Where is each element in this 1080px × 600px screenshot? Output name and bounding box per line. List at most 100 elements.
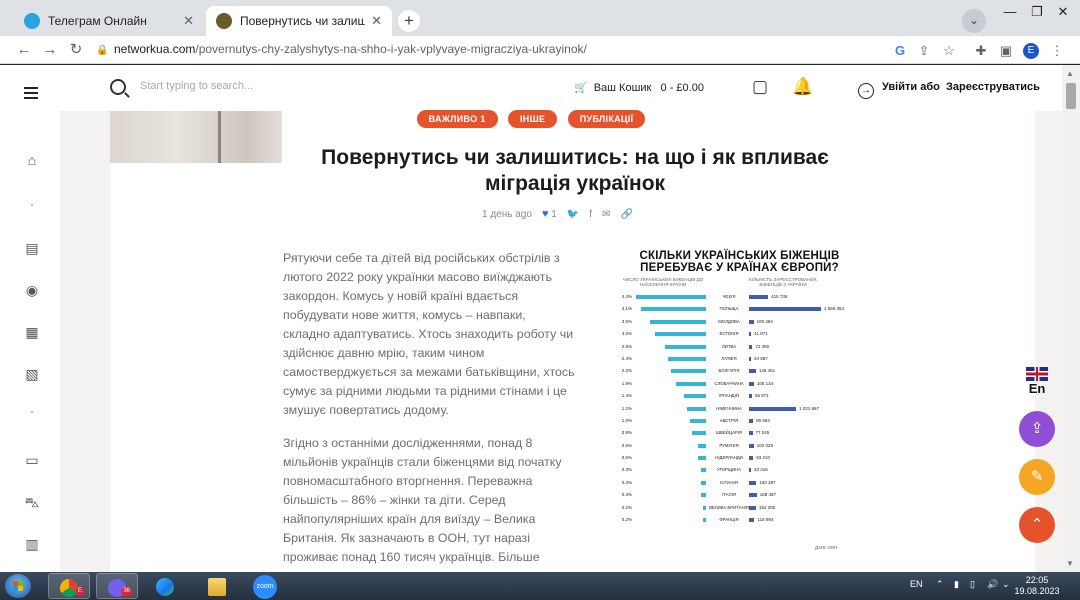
browser-tab-strip: Телеграм Онлайн ✕ Повернутись чи залишит… — [0, 0, 1080, 36]
share-bar — [671, 369, 706, 374]
cart-link[interactable]: 🛒 Ваш Кошик 0 - £0.00 — [574, 81, 704, 94]
news-icon[interactable]: ▧ — [23, 365, 41, 383]
like-heart-icon[interactable]: ♥ — [542, 208, 549, 220]
forward-button[interactable]: → — [40, 40, 60, 60]
tab-title: Повернутись чи залишитись: н — [240, 14, 366, 28]
share-fab-button[interactable]: ⇪ — [1019, 411, 1055, 447]
document-icon[interactable]: ▦ — [23, 323, 41, 341]
count-label: 118 994 — [757, 517, 774, 523]
menu-hamburger-icon[interactable] — [24, 87, 38, 102]
country-label: НІМЕЧЧИНА — [716, 405, 742, 411]
taskbar-zoom[interactable]: zoom — [244, 573, 286, 599]
new-tab-button[interactable]: + — [398, 10, 420, 32]
share-label: 3.2% — [621, 331, 632, 337]
telegram-icon — [24, 13, 40, 29]
close-tab-icon[interactable]: ✕ — [183, 13, 194, 29]
volume-icon[interactable]: 🔊 — [987, 579, 998, 590]
country-label: ФРАНЦІЯ — [719, 517, 739, 523]
network-icon[interactable]: ▮ — [954, 579, 959, 590]
start-button[interactable] — [5, 574, 31, 598]
tab-telegram[interactable]: Телеграм Онлайн ✕ — [14, 6, 204, 36]
tag-other[interactable]: ІНШЕ — [508, 110, 558, 128]
count-label: 1 021 667 — [798, 405, 819, 411]
close-tab-icon[interactable]: ✕ — [371, 13, 382, 29]
url-path: /povernutys-chy-zalyshytys-na-shho-i-yak… — [195, 42, 587, 56]
google-icon[interactable]: G — [891, 42, 909, 60]
article-meta: 1 день ago ♥ 1 🐦 f ✉ 🔗 — [482, 208, 633, 220]
register-link[interactable]: Зареєструватись — [946, 81, 1040, 93]
extensions-icon[interactable]: ✚ — [972, 42, 990, 60]
country-label: УГОРЩИНА — [716, 467, 742, 473]
profile-avatar[interactable]: E — [1023, 43, 1039, 59]
tag-important[interactable]: ВАЖЛИВО 1 — [416, 110, 498, 128]
count-label: 160 287 — [759, 479, 776, 485]
battery-icon[interactable]: ▯ — [970, 579, 975, 590]
share-bar — [701, 493, 706, 498]
search-icon[interactable] — [110, 79, 126, 95]
infographic-source: ДАНІ: ООН — [815, 545, 838, 550]
infographic-row: 1.9% СЛОВАЧЧИНА 105 134 — [612, 378, 867, 390]
language-switcher[interactable]: En — [1024, 367, 1050, 396]
tag-publications[interactable]: ПУБЛІКАЦІЇ — [567, 110, 646, 128]
count-bar — [749, 493, 757, 498]
count-bar — [749, 307, 821, 312]
facebook-icon[interactable]: f — [589, 209, 592, 220]
car-icon[interactable]: ⛍ — [23, 493, 41, 511]
left-column-header: ЧИСЛО УКРАЇНСЬКИХ БІЖЕНЦІВ ДО НАСЕЛЕННЯ … — [622, 277, 704, 287]
chat-icon[interactable]: ▢ — [752, 77, 768, 97]
email-icon[interactable]: ✉ — [602, 209, 610, 220]
taskbar-clock[interactable]: 22:05 19.08.2023 — [1014, 575, 1060, 597]
login-link[interactable]: Увійти або — [882, 81, 940, 93]
twitter-icon[interactable]: 🐦 — [567, 209, 579, 220]
chevron-down-icon[interactable]: ⌄ — [1002, 579, 1010, 590]
tag-fab-button[interactable]: ✎ — [1019, 459, 1055, 495]
scroll-to-top-button[interactable]: ⌃ — [1019, 507, 1055, 543]
scrollbar-thumb[interactable] — [1066, 83, 1076, 109]
count-bar — [749, 518, 755, 523]
side-panel-icon[interactable]: ▣ — [997, 42, 1015, 60]
close-window-button[interactable]: ✕ — [1046, 0, 1080, 26]
home-icon[interactable]: ⌂ — [23, 151, 41, 169]
count-label: 100 494 — [756, 318, 773, 324]
infographic-row: 0.3% ІТАЛІЯ 168 487 — [612, 489, 867, 501]
search-input[interactable] — [140, 80, 400, 92]
country-label: РУМУНІЯ — [719, 442, 739, 448]
count-label: 72 480 — [755, 343, 770, 349]
share-label: 0.3% — [621, 479, 632, 485]
share-label: 2.2% — [621, 368, 632, 374]
share-icon[interactable]: ⇪ — [915, 42, 933, 60]
login-icon: → — [858, 83, 874, 99]
infographic-row: 2.6% ЛИТВА 72 480 — [612, 341, 867, 353]
taskbar-chrome[interactable]: E — [48, 573, 90, 599]
scroll-up-arrow-icon[interactable]: ▲ — [1066, 69, 1074, 78]
scroll-down-arrow-icon[interactable]: ▼ — [1066, 559, 1074, 568]
infographic-row: 0.5% РУМУНІЯ 102 029 — [612, 440, 867, 452]
share-bar — [701, 468, 706, 473]
address-bar[interactable]: 🔒 networkua.com/povernutys-chy-zalyshytys… — [96, 42, 876, 60]
paragraph: Рятуючи себе та дітей від російських обс… — [283, 251, 575, 417]
tab-article[interactable]: Повернутись чи залишитись: н ✕ — [206, 6, 392, 36]
taskbar-edge[interactable] — [144, 573, 186, 599]
input-language[interactable]: EN — [910, 579, 923, 589]
tray-expand-icon[interactable]: ⌃ — [936, 579, 944, 590]
link-icon[interactable]: 🔗 — [620, 209, 632, 220]
cart-label: Ваш Кошик — [593, 82, 652, 94]
share-bar — [701, 480, 706, 485]
book-icon[interactable]: ▤ — [23, 239, 41, 257]
reload-button[interactable]: ↻ — [66, 40, 86, 60]
windows-taskbar: E 36 zoom EN ⌃ ▮ ▯ 🔊 ⌄ 22:05 19.08.2023 — [0, 572, 1080, 600]
share-bar — [675, 381, 706, 386]
tag-list: ВАЖЛИВО 1 ІНШЕ ПУБЛІКАЦІЇ — [0, 109, 1062, 128]
infographic-row: 1.4% ІРЛАНДІЯ 65 871 — [612, 390, 867, 402]
tab-search-button[interactable]: ⌄ — [962, 9, 986, 33]
menu-kebab-icon[interactable]: ⋮ — [1048, 42, 1066, 60]
page-scrollbar[interactable]: ▲ ▼ — [1062, 65, 1080, 572]
bell-icon[interactable]: 🔔 — [792, 77, 813, 97]
back-button[interactable]: ← — [14, 40, 34, 60]
bookmark-star-icon[interactable]: ☆ — [940, 42, 958, 60]
calendar-icon[interactable]: ▥ — [23, 535, 41, 553]
briefcase-icon[interactable]: ▭ — [23, 451, 41, 469]
taskbar-viber[interactable]: 36 — [96, 573, 138, 599]
camera-icon[interactable]: ◉ — [23, 281, 41, 299]
taskbar-explorer[interactable] — [196, 573, 238, 599]
